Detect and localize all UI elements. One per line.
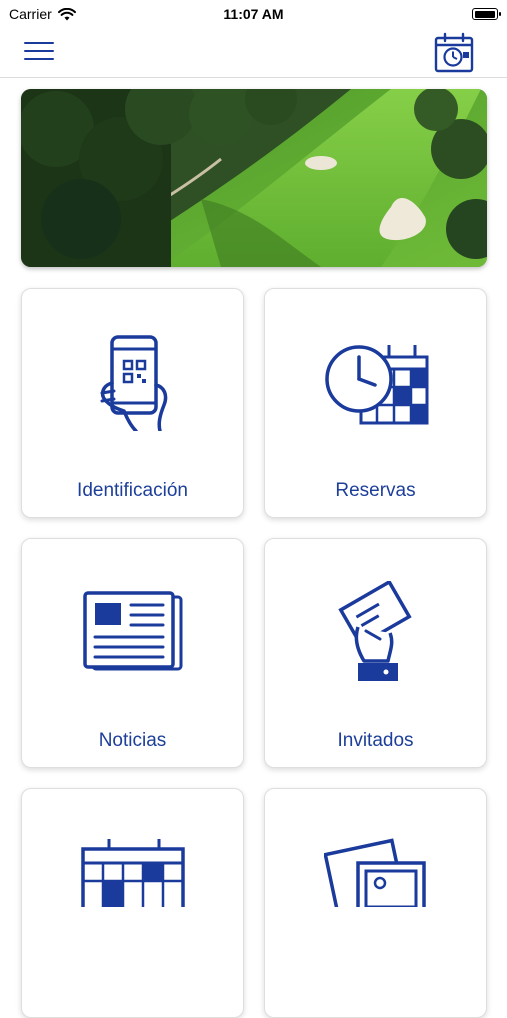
tile-gallery[interactable] [264,788,487,1018]
phone-qr-code-icon [100,335,167,431]
battery-level [474,10,495,18]
hamburger-menu-icon[interactable] [24,42,54,64]
wifi-icon [57,7,76,20]
hand-ticket-icon [337,581,412,681]
golf-course-aerial-photo [21,89,487,267]
tile-label: Invitados [337,730,414,751]
tile-invitados[interactable]: Invitados [264,538,487,768]
tile-calendar[interactable] [21,788,244,1018]
status-bar: Carrier 11:07 AM [0,0,507,28]
battery-icon [472,8,501,20]
tile-label: Identificación [77,480,188,501]
photo-gallery-icon [323,838,426,907]
newspaper-icon [82,591,182,671]
tile-reservas[interactable]: Reservas [264,288,487,518]
carrier-label: Carrier [9,6,52,22]
calendar-clock-icon[interactable] [433,32,475,74]
tile-identificacion[interactable]: Identificación [21,288,244,518]
status-time: 11:07 AM [223,6,284,22]
tile-noticias[interactable]: Noticias [21,538,244,768]
tile-label: Noticias [98,730,167,751]
tile-label: Reservas [335,480,416,501]
hero-image [21,89,487,267]
nav-bar [0,28,507,78]
calendar-icon [80,839,185,907]
clock-calendar-icon [324,345,428,425]
